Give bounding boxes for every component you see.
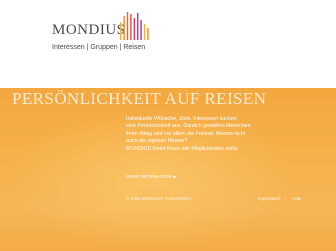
logo-bar bbox=[120, 22, 122, 40]
logo-bar bbox=[133, 18, 135, 40]
footer-links: Impressum | AGB bbox=[258, 196, 301, 201]
logo-bar bbox=[130, 14, 132, 40]
brand-tagline: Interessen | Gruppen | Reisen bbox=[52, 44, 146, 51]
intro-text: Individuelle Wünsche, Ziele, Interessen … bbox=[126, 116, 286, 153]
footer-separator: | bbox=[285, 196, 287, 201]
logo-bar bbox=[123, 16, 125, 40]
intro-line: ihren Alltag und vor allem die Freizeit.… bbox=[126, 130, 246, 137]
impressum-link[interactable]: Impressum bbox=[258, 196, 280, 201]
intro-line: auch die eigenen Reisen? bbox=[126, 138, 188, 145]
logo-bars-icon bbox=[120, 12, 149, 40]
hero-section: PERSÖNLICHKEIT AUF REISEN Individuelle W… bbox=[0, 88, 336, 251]
more-information-link[interactable]: MEHR INFORMATION ▶ bbox=[126, 174, 177, 179]
intro-line: eine Persönlichkeit aus. Danach gestalte… bbox=[126, 123, 251, 130]
logo-bar bbox=[140, 20, 142, 40]
logo-bar bbox=[137, 13, 139, 40]
agb-link[interactable]: AGB bbox=[291, 196, 301, 201]
more-information-label: MEHR INFORMATION bbox=[126, 174, 172, 179]
intro-line: MONDIUS bietet Ihnen alle Möglichkeiten … bbox=[126, 145, 239, 152]
logo-bar bbox=[143, 24, 146, 40]
header: MONDIUS Interessen | Gruppen | Reisen bbox=[0, 0, 336, 88]
arrow-right-icon: ▶ bbox=[173, 174, 177, 179]
logo-bar bbox=[147, 28, 149, 40]
logo-bar bbox=[126, 12, 129, 40]
intro-line: Individuelle Wünsche, Ziele, Interessen … bbox=[126, 116, 237, 122]
copyright-text: © 2008 MONDIUS Travel GmbH bbox=[126, 196, 191, 201]
brand-name: MONDIUS bbox=[52, 22, 126, 38]
brand-logo[interactable]: MONDIUS Interessen | Gruppen | Reisen bbox=[52, 12, 152, 60]
hero-headline: PERSÖNLICHKEIT AUF REISEN bbox=[12, 89, 267, 108]
